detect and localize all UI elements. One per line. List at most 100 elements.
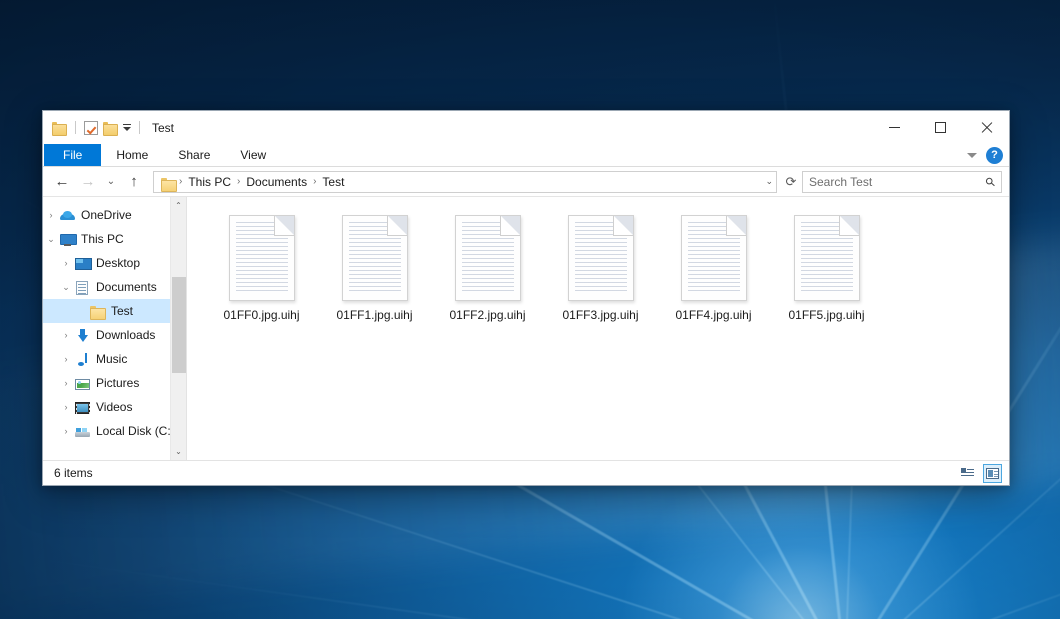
page-fold-corner xyxy=(726,215,747,236)
ribbon-actions: ? xyxy=(967,144,1003,167)
file-item[interactable]: 01FF1.jpg.uihj xyxy=(318,211,431,339)
chevron-right-icon[interactable]: › xyxy=(58,403,74,412)
file-item[interactable]: 01FF5.jpg.uihj xyxy=(770,211,883,339)
pictures-icon xyxy=(74,376,91,391)
file-list-view[interactable]: 01FF0.jpg.uihj 01FF1.jpg.uihj 01FF2.jpg.ui… xyxy=(187,197,1009,460)
download-icon-glyph xyxy=(78,329,87,342)
breadcrumb-folder-icon xyxy=(161,178,176,190)
sidebar-item-this-pc[interactable]: ⌄ This PC xyxy=(43,227,186,251)
title-bar: Test xyxy=(43,111,1009,144)
tab-home[interactable]: Home xyxy=(101,144,163,166)
file-item[interactable]: 01FF2.jpg.uihj xyxy=(431,211,544,339)
search-input[interactable] xyxy=(809,175,986,189)
up-button[interactable]: ↑ xyxy=(122,170,146,194)
file-explorer-window: Test File Home Share View ? ← → ⌄ ↑ xyxy=(42,110,1010,486)
breadcrumb-separator-0: › xyxy=(177,176,184,187)
maximize-button[interactable] xyxy=(917,111,963,144)
sidebar-item-desktop[interactable]: ›Desktop xyxy=(43,251,186,275)
search-box[interactable]: ⚲ xyxy=(802,171,1002,193)
sidebar-item-test[interactable]: Test xyxy=(43,299,186,323)
breadcrumb[interactable]: › This PC › Documents › Test ⌄ xyxy=(153,171,777,193)
help-icon[interactable]: ? xyxy=(986,147,1003,164)
chevron-right-icon[interactable]: › xyxy=(58,331,74,340)
file-name-label: 01FF1.jpg.uihj xyxy=(336,308,412,322)
generic-document-icon xyxy=(794,215,860,301)
sidebar-item-label: This PC xyxy=(81,232,124,246)
desktop-icon-glyph xyxy=(75,258,90,270)
sidebar-item-music[interactable]: › Music xyxy=(43,347,186,371)
scrollbar-thumb[interactable] xyxy=(172,277,186,373)
chevron-right-icon[interactable]: › xyxy=(58,259,74,268)
sidebar-item-onedrive[interactable]: › OneDrive xyxy=(43,203,186,227)
scrollbar-track[interactable] xyxy=(171,214,187,443)
sidebar-item-local-disk-c[interactable]: › Local Disk (C:) xyxy=(43,419,186,443)
file-icon-wrapper xyxy=(226,213,298,305)
large-icons-view-button[interactable] xyxy=(983,464,1002,483)
page-fold-corner xyxy=(500,215,521,236)
folder-icon[interactable] xyxy=(52,121,67,134)
chevron-down-icon[interactable] xyxy=(123,124,131,131)
cloud-icon-glyph xyxy=(60,211,75,220)
generic-document-icon xyxy=(229,215,295,301)
page-fold-corner xyxy=(274,215,295,236)
details-view-button[interactable] xyxy=(958,464,977,483)
window-title: Test xyxy=(152,121,174,135)
file-icon-wrapper xyxy=(452,213,524,305)
sidebar-item-label: Videos xyxy=(96,400,132,414)
generic-document-icon xyxy=(455,215,521,301)
minimize-button[interactable] xyxy=(871,111,917,144)
videos-icon-glyph xyxy=(75,402,90,414)
sidebar-item-downloads[interactable]: ›Downloads xyxy=(43,323,186,347)
expand-ribbon-chevron-down-icon[interactable] xyxy=(967,153,977,158)
refresh-button[interactable]: ⟳ xyxy=(782,170,800,194)
breadcrumb-item-test[interactable]: Test xyxy=(318,175,348,189)
back-button[interactable]: ← xyxy=(50,170,74,194)
breadcrumb-separator-2: › xyxy=(311,176,318,187)
sidebar-item-label: Local Disk (C:) xyxy=(96,424,175,438)
recent-locations-chevron-down-icon[interactable]: ⌄ xyxy=(102,170,120,194)
navigation-tree: › OneDrive ⌄ This PC ›Desktop⌄Documents Test ›… xyxy=(43,203,186,443)
chevron-down-icon[interactable]: ⌄ xyxy=(43,235,59,244)
document-icon-glyph xyxy=(76,281,88,295)
close-button[interactable] xyxy=(963,111,1009,144)
chevron-right-icon[interactable]: › xyxy=(58,355,74,364)
disk-icon xyxy=(74,424,91,439)
breadcrumb-item-this-pc[interactable]: This PC xyxy=(184,175,235,189)
generic-document-icon xyxy=(681,215,747,301)
tab-file[interactable]: File xyxy=(44,144,101,166)
minimize-icon xyxy=(889,127,900,128)
tab-view[interactable]: View xyxy=(225,144,281,166)
desktop-icon xyxy=(74,256,91,271)
sidebar-item-videos[interactable]: › Videos xyxy=(43,395,186,419)
file-name-label: 01FF4.jpg.uihj xyxy=(675,308,751,322)
file-icon-wrapper xyxy=(678,213,750,305)
ribbon-tabbar: File Home Share View ? xyxy=(43,144,1009,167)
file-item[interactable]: 01FF0.jpg.uihj xyxy=(205,211,318,339)
file-item[interactable]: 01FF3.jpg.uihj xyxy=(544,211,657,339)
file-item[interactable]: 01FF4.jpg.uihj xyxy=(657,211,770,339)
scroll-down-button[interactable]: ⌄ xyxy=(171,443,187,460)
breadcrumb-separator-1: › xyxy=(235,176,242,187)
sidebar-item-label: Pictures xyxy=(96,376,139,390)
sidebar-item-label: Test xyxy=(111,304,133,318)
file-name-label: 01FF0.jpg.uihj xyxy=(223,308,299,322)
scroll-up-button[interactable]: ⌃ xyxy=(171,197,187,214)
new-folder-icon[interactable] xyxy=(103,121,118,134)
sidebar-item-label: OneDrive xyxy=(81,208,132,222)
desktop: Test File Home Share View ? ← → ⌄ ↑ xyxy=(0,0,1060,619)
address-history-chevron-down-icon[interactable]: ⌄ xyxy=(765,176,773,187)
sidebar-item-documents[interactable]: ⌄Documents xyxy=(43,275,186,299)
music-icon xyxy=(74,352,91,367)
breadcrumb-item-documents[interactable]: Documents xyxy=(242,175,311,189)
chevron-down-icon[interactable]: ⌄ xyxy=(58,283,74,292)
chevron-right-icon[interactable]: › xyxy=(58,427,74,436)
navigation-scrollbar[interactable]: ⌃ ⌄ xyxy=(170,197,186,460)
properties-icon[interactable] xyxy=(84,121,98,135)
chevron-right-icon[interactable]: › xyxy=(43,211,59,220)
chevron-right-icon[interactable]: › xyxy=(58,379,74,388)
sidebar-item-pictures[interactable]: › Pictures xyxy=(43,371,186,395)
window-controls xyxy=(871,111,1009,144)
sidebar-item-label: Music xyxy=(96,352,127,366)
generic-document-icon xyxy=(568,215,634,301)
tab-share[interactable]: Share xyxy=(163,144,225,166)
